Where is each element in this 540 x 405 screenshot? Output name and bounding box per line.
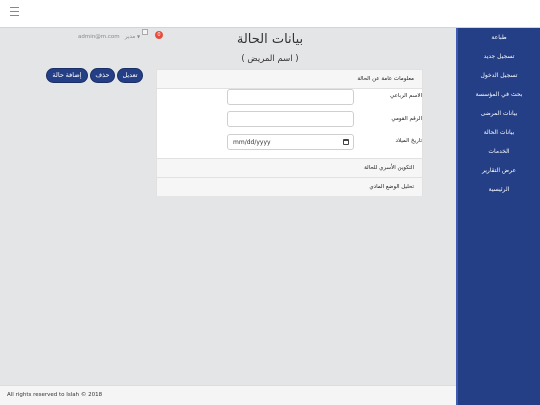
national-id-label: الرقم القومي <box>391 116 422 122</box>
footer: All rights reserved to Islah © 2018 <box>0 385 456 405</box>
delete-button[interactable]: حذف <box>90 68 115 83</box>
full-name-input[interactable] <box>227 89 354 105</box>
sidebar-item-case-data[interactable]: بيانات الحالة <box>458 123 540 142</box>
sidebar-item-services[interactable]: الخدمات <box>458 142 540 161</box>
edit-button[interactable]: تعديل <box>117 68 143 83</box>
footer-copyright: All rights reserved to Islah © 2018 <box>7 392 103 398</box>
family-composition-section[interactable]: التكوين الأسري للحالة <box>157 158 422 177</box>
sidebar-item-patients[interactable]: بيانات المرضى <box>458 104 540 123</box>
sidebar-item-search-institution[interactable]: بحث في المؤسسة <box>458 85 540 104</box>
user-role: مدير <box>124 34 136 40</box>
general-info-header: معلومات عامة عن الحالة <box>157 70 422 89</box>
full-name-label: الاسم الرباعي <box>390 93 422 99</box>
broken-image-icon <box>142 29 148 35</box>
national-id-input[interactable] <box>227 111 354 127</box>
sidebar-item-login[interactable]: تسجيل الدخول <box>458 66 540 85</box>
sidebar-item-register[interactable]: تسجيل جديد <box>458 47 540 66</box>
top-bar <box>0 0 540 28</box>
page-subtitle: ( اسم المريض ) <box>241 54 299 64</box>
sidebar-item-home[interactable]: الرئيسية <box>458 180 540 199</box>
sidebar: طباعة تسجيل جديد تسجيل الدخول بحث في الم… <box>456 28 540 405</box>
sidebar-item-reports[interactable]: عرض التقارير <box>458 161 540 180</box>
user-menu[interactable]: admin@m.com مدير ▼ <box>78 34 140 40</box>
caret-down-icon: ▼ <box>137 34 141 39</box>
page-title: بيانات الحالة <box>236 32 304 47</box>
calendar-icon[interactable] <box>343 139 349 145</box>
hamburger-menu-icon[interactable] <box>10 7 19 16</box>
notification-badge[interactable]: 0 <box>155 31 163 39</box>
user-email: admin@m.com <box>78 34 120 40</box>
birth-date-input[interactable]: mm/dd/yyyy <box>227 134 354 150</box>
sidebar-item-print[interactable]: طباعة <box>458 28 540 47</box>
birth-date-placeholder: mm/dd/yyyy <box>233 138 271 146</box>
case-info-card: معلومات عامة عن الحالة الاسم الرباعي الر… <box>156 69 423 196</box>
financial-status-section[interactable]: تحليل الوضع المادي <box>157 177 422 196</box>
add-case-button[interactable]: إضافة حالة <box>46 68 88 83</box>
birth-date-label: تاريخ الميلاد <box>395 138 422 144</box>
